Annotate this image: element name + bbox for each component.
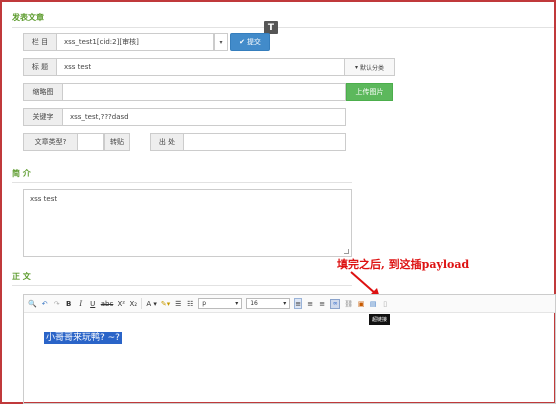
title-row: 标 题 xss test ▾ 默认分类: [23, 58, 395, 76]
thumbnail-label: 缩略图: [23, 83, 63, 101]
divider: [12, 27, 554, 28]
resize-handle[interactable]: [344, 249, 349, 254]
upload-image-button[interactable]: 上传图片: [346, 83, 393, 101]
paragraph-select-value: p: [202, 300, 207, 307]
unlink-icon[interactable]: ⛓: [344, 298, 353, 309]
article-type-row: 文章类型? 转贴: [23, 133, 130, 151]
thumbnail-input[interactable]: [63, 83, 346, 101]
column-row: 栏 目 xss_test1[cid:2][审核] ▾: [23, 33, 228, 51]
undo-icon[interactable]: ↶: [41, 298, 49, 309]
redo-icon[interactable]: ↷: [53, 298, 61, 309]
zoom-icon[interactable]: 🔍: [28, 298, 37, 309]
align-right-icon[interactable]: ≡: [318, 298, 326, 309]
font-size-value: 16: [250, 300, 258, 307]
article-type-label: 文章类型?: [23, 133, 78, 151]
source-row: 出 处: [150, 133, 346, 151]
highlight-color-icon[interactable]: ✎▾: [161, 298, 170, 309]
font-size-select[interactable]: 16 ▾: [246, 298, 291, 309]
thumbnail-row: 缩略图 上传图片: [23, 83, 393, 101]
check-icon: ✔: [239, 38, 245, 46]
link-tooltip: 超链接: [369, 314, 391, 325]
keywords-row: 关键字 xss_test,???dasd: [23, 108, 346, 126]
column-label: 栏 目: [23, 33, 57, 51]
underline-icon[interactable]: U: [89, 298, 97, 309]
title-input[interactable]: xss test: [57, 58, 345, 76]
column-select[interactable]: xss_test1[cid:2][审核]: [57, 33, 214, 51]
rich-text-editor[interactable]: 🔍 ↶ ↷ B I U abc X² X₂ A ▾ ✎▾ ☰ ☷ p ▾ 16 …: [23, 294, 556, 404]
annotation-text: 填完之后, 到这插payload: [337, 258, 470, 271]
ordered-list-icon[interactable]: ☰: [174, 298, 182, 309]
repost-label[interactable]: 转贴: [104, 133, 130, 151]
divider: [12, 285, 352, 286]
chevron-down-icon: ▾: [235, 300, 239, 307]
caret-down-icon: ▾: [354, 63, 358, 71]
article-type-input[interactable]: [78, 133, 104, 151]
image-icon[interactable]: ▣: [357, 298, 365, 309]
media-icon[interactable]: ▤: [369, 298, 377, 309]
submit-button-label: 提交: [246, 38, 261, 46]
source-input[interactable]: [184, 133, 346, 151]
subscript-icon[interactable]: X₂: [129, 298, 138, 309]
submit-button[interactable]: ✔ 提交: [230, 33, 270, 51]
unordered-list-icon[interactable]: ☷: [186, 298, 194, 309]
title-label: 标 题: [23, 58, 57, 76]
editor-content-selection[interactable]: 小哥哥来玩鸭? ~?: [44, 332, 122, 344]
chevron-down-icon: ▾: [283, 300, 287, 307]
editor-toolbar: 🔍 ↶ ↷ B I U abc X² X₂ A ▾ ✎▾ ☰ ☷ p ▾ 16 …: [24, 295, 555, 313]
section-title-publish: 发表文章: [12, 13, 44, 22]
link-icon[interactable]: ∞: [330, 298, 341, 309]
category-dropdown-label: 默认分类: [360, 64, 385, 72]
category-dropdown-button[interactable]: ▾ 默认分类: [345, 58, 395, 76]
keywords-input[interactable]: xss_test,???dasd: [63, 108, 346, 126]
font-color-icon[interactable]: A ▾: [146, 298, 157, 309]
toolbar-separator: [141, 298, 143, 309]
strikethrough-icon[interactable]: abc: [101, 298, 114, 309]
source-label: 出 处: [150, 133, 184, 151]
divider: [12, 182, 352, 183]
chevron-down-icon[interactable]: ▾: [214, 33, 228, 51]
paragraph-select[interactable]: p ▾: [198, 298, 243, 309]
align-center-icon[interactable]: ≡: [306, 298, 314, 309]
summary-textarea[interactable]: xss test: [23, 189, 352, 257]
document-icon[interactable]: ▯: [381, 298, 389, 309]
summary-text: xss test: [30, 195, 58, 203]
section-title-intro: 简 介: [12, 169, 31, 178]
section-title-body: 正 文: [12, 272, 31, 281]
superscript-icon[interactable]: X²: [117, 298, 126, 309]
keywords-label: 关键字: [23, 108, 63, 126]
italic-icon[interactable]: I: [77, 298, 85, 309]
align-left-icon[interactable]: ≡: [294, 298, 303, 309]
bold-icon[interactable]: B: [65, 298, 73, 309]
